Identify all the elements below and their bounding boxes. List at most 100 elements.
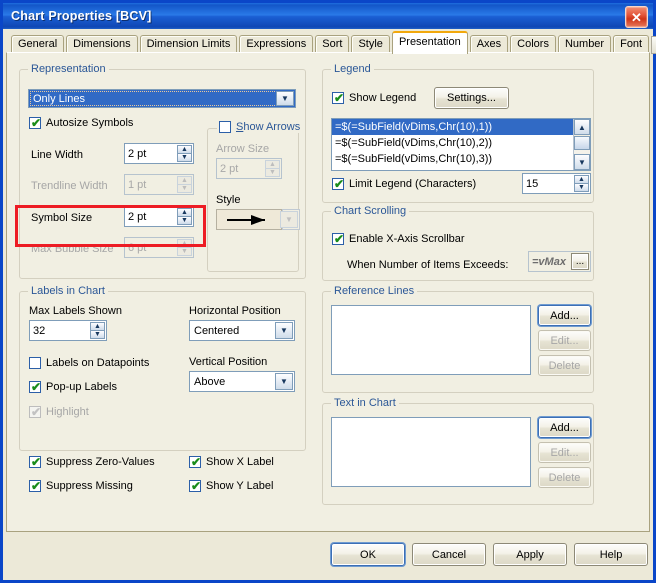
autosize-symbols-label: Autosize Symbols [46, 117, 134, 129]
tab-expressions[interactable]: Expressions [239, 35, 314, 53]
checkbox-box: ✔ [29, 380, 42, 394]
line-width-field[interactable]: 2 pt ▲ ▼ [124, 143, 194, 164]
symbol-size-spinner[interactable]: ▲ ▼ [177, 208, 192, 225]
tab-number[interactable]: Number [557, 35, 612, 53]
presentation-panel: Representation Only Lines ▼ ✔ Autosize S… [9, 55, 647, 529]
show-x-label-checkbox[interactable]: ✔ Show X Label [189, 456, 274, 468]
labels-in-chart-group-label: Labels in Chart [28, 285, 108, 297]
tab-style[interactable]: Style [351, 35, 390, 53]
list-item[interactable]: =$(=SubField(vDims,Chr(10),3)) [332, 151, 590, 167]
arrow-style-preview-box[interactable] [216, 209, 282, 230]
max-labels-shown-value: 32 [33, 324, 46, 337]
show-y-label-checkbox[interactable]: ✔ Show Y Label [189, 480, 273, 492]
list-item[interactable]: =$(=SubField(vDims,Chr(10),2)) [332, 135, 590, 151]
tab-dimensions[interactable]: Dimensions [66, 35, 138, 53]
horizontal-position-label: Horizontal Position [189, 305, 281, 317]
arrow-right-icon [227, 214, 265, 225]
legend-expressions-listbox[interactable]: =$(=SubField(vDims,Chr(10),1)) =$(=SubFi… [331, 118, 591, 171]
trendline-width-value: 1 pt [128, 178, 147, 191]
limit-legend-spinner[interactable]: ▲ ▼ [574, 175, 589, 192]
text-in-chart-listbox[interactable] [331, 417, 531, 487]
legend-settings-button[interactable]: Settings... [434, 87, 509, 109]
tab-sort[interactable]: Sort [315, 35, 350, 53]
items-exceeds-label: When Number of Items Exceeds: [347, 259, 509, 271]
show-y-label-label: Show Y Label [206, 480, 274, 492]
tab-presentation[interactable]: Presentation [391, 31, 468, 54]
text-in-chart-group-label: Text in Chart [331, 397, 399, 409]
arrow-size-spinner: ▲ ▼ [265, 160, 280, 177]
checkbox-box [219, 121, 231, 133]
limit-legend-label: Limit Legend (Characters) [349, 178, 477, 190]
autosize-symbols-checkbox[interactable]: ✔ Autosize Symbols [29, 117, 133, 129]
reference-lines-add-button[interactable]: Add... [538, 305, 591, 326]
trendline-width-label: Trendline Width [31, 180, 108, 192]
tab-font[interactable]: Font [613, 35, 650, 53]
reference-lines-edit-button: Edit... [538, 330, 591, 351]
show-legend-checkbox[interactable]: ✔ Show Legend [332, 92, 416, 104]
suppress-missing-checkbox[interactable]: ✔ Suppress Missing [29, 480, 133, 492]
scroll-down-icon[interactable]: ▼ [574, 154, 590, 170]
horizontal-position-value: Centered [194, 324, 240, 337]
show-arrows-checkbox[interactable]: Show Arrows [217, 121, 303, 133]
labels-on-datapoints-label: Labels on Datapoints [46, 357, 150, 369]
enable-x-axis-scrollbar-checkbox[interactable]: ✔ Enable X-Axis Scrollbar [332, 233, 465, 245]
reference-lines-delete-button: Delete [538, 355, 591, 376]
popup-labels-checkbox[interactable]: ✔ Pop-up Labels [29, 381, 117, 393]
scroll-up-icon[interactable]: ▲ [574, 119, 590, 135]
line-width-value: 2 pt [128, 147, 147, 160]
ok-button[interactable]: OK [331, 543, 405, 566]
checkbox-box: ✔ [29, 116, 42, 130]
symbol-size-value: 2 pt [128, 210, 147, 223]
max-labels-shown-label: Max Labels Shown [29, 305, 122, 317]
apply-button[interactable]: Apply [493, 543, 567, 566]
representation-combo-value: Only Lines [33, 92, 85, 105]
checkbox-box: ✔ [332, 232, 345, 246]
chevron-down-icon[interactable]: ▼ [275, 322, 293, 339]
cancel-button[interactable]: Cancel [412, 543, 486, 566]
list-item[interactable]: =$(=SubField(vDims,Chr(10),1)) [332, 119, 590, 135]
labels-on-datapoints-checkbox[interactable]: Labels on Datapoints [29, 357, 149, 369]
legend-listbox-scrollbar[interactable]: ▲ ▼ [573, 119, 590, 170]
checkbox-box: ✔ [332, 91, 345, 105]
highlight-label: Highlight [46, 406, 89, 418]
chevron-down-icon[interactable]: ▼ [276, 91, 294, 106]
limit-legend-field[interactable]: 15 ▲ ▼ [522, 173, 591, 194]
vertical-position-label: Vertical Position [189, 356, 268, 368]
checkbox-box: ✔ [332, 177, 345, 191]
text-in-chart-edit-button: Edit... [538, 442, 591, 463]
scrollbar-thumb[interactable] [574, 136, 590, 150]
suppress-zero-values-label: Suppress Zero-Values [46, 456, 155, 468]
suppress-zero-values-checkbox[interactable]: ✔ Suppress Zero-Values [29, 456, 155, 468]
representation-combo[interactable]: Only Lines ▼ [28, 89, 296, 108]
highlight-checkbox: ✔ Highlight [29, 406, 89, 418]
arrow-style-label: Style [216, 194, 241, 206]
presentation-tab-page: Representation Only Lines ▼ ✔ Autosize S… [6, 52, 650, 532]
arrow-size-label: Arrow Size [216, 143, 270, 155]
close-icon[interactable]: ✕ [625, 6, 648, 28]
symbol-size-field[interactable]: 2 pt ▲ ▼ [124, 206, 194, 227]
show-legend-label: Show Legend [349, 92, 417, 104]
max-bubble-size-field: 6 pt ▲ ▼ [124, 237, 194, 258]
tab-general[interactable]: General [11, 35, 65, 53]
tab-dimension-limits[interactable]: Dimension Limits [139, 35, 238, 53]
vertical-position-value: Above [194, 375, 226, 388]
items-exceeds-field[interactable]: =vMax ... [528, 251, 591, 272]
chevron-left-icon[interactable]: ◂ [651, 35, 656, 54]
trendline-width-spinner: ▲ ▼ [177, 176, 192, 193]
reference-lines-listbox[interactable] [331, 305, 531, 375]
chevron-down-icon[interactable]: ▼ [275, 373, 293, 390]
items-exceeds-ellipsis-button[interactable]: ... [571, 253, 589, 270]
help-button[interactable]: Help [574, 543, 648, 566]
arrow-size-field: 2 pt ▲ ▼ [216, 158, 282, 179]
tab-scroll-buttons: ◂ ▸ [651, 35, 656, 54]
max-labels-shown-spinner[interactable]: ▲ ▼ [90, 322, 105, 339]
horizontal-position-combo[interactable]: Centered ▼ [189, 320, 295, 341]
line-width-spinner[interactable]: ▲ ▼ [177, 145, 192, 162]
tab-colors[interactable]: Colors [510, 35, 556, 53]
tab-axes[interactable]: Axes [469, 35, 509, 53]
max-labels-shown-field[interactable]: 32 ▲ ▼ [29, 320, 107, 341]
vertical-position-combo[interactable]: Above ▼ [189, 371, 295, 392]
text-in-chart-add-button[interactable]: Add... [538, 417, 591, 438]
checkbox-box: ✔ [29, 405, 42, 419]
limit-legend-checkbox[interactable]: ✔ Limit Legend (Characters) [332, 178, 476, 190]
